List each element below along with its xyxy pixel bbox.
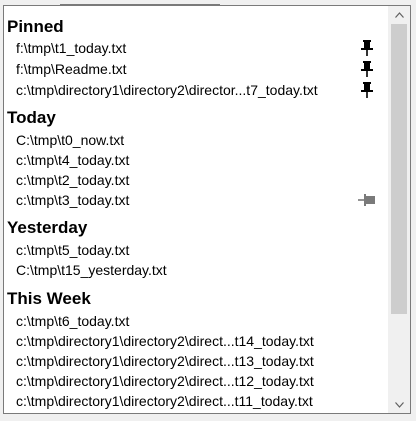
file-path: f:\tmp\t1_today.txt	[16, 40, 127, 56]
file-path: c:\tmp\t5_today.txt	[16, 242, 130, 258]
list-item[interactable]: c:\tmp\directory1\directory2\direct...t1…	[16, 351, 384, 371]
group-header-pinned: Pinned	[7, 17, 64, 36]
file-path: c:\tmp\t4_today.txt	[16, 152, 130, 168]
file-path: C:\tmp\t15_yesterday.txt	[16, 262, 167, 278]
pushpin-sideways-icon[interactable]	[358, 191, 376, 209]
file-path: c:\tmp\t2_today.txt	[16, 172, 130, 188]
file-path: c:\tmp\t6_today.txt	[16, 313, 130, 329]
chevron-up-icon	[394, 11, 404, 18]
pushpin-icon[interactable]	[358, 39, 376, 57]
file-path: c:\tmp\t3_today.txt	[16, 192, 130, 208]
list-item[interactable]: f:\tmp\Readme.txt	[16, 59, 384, 79]
list-item[interactable]: c:\tmp\t2_today.txt	[16, 170, 384, 190]
list-item[interactable]: C:\tmp\t0_now.txt	[16, 130, 384, 150]
list-item[interactable]: c:\tmp\t6_today.txt	[16, 311, 384, 331]
scroll-up-button[interactable]	[388, 6, 410, 23]
list-item[interactable]: C:\tmp\t15_yesterday.txt	[16, 260, 384, 280]
list-item[interactable]: f:\tmp\t1_today.txt	[16, 38, 384, 58]
file-path: c:\tmp\directory1\directory2\direct...t1…	[16, 393, 313, 409]
recent-files-list: Pinned f:\tmp\t1_today.txt f:\tmp\Readme…	[4, 6, 387, 413]
group-header-today: Today	[7, 108, 56, 127]
scroll-thumb[interactable]	[391, 24, 407, 314]
file-path: c:\tmp\directory1\directory2\director...…	[16, 82, 318, 98]
list-item[interactable]: c:\tmp\directory1\directory2\direct...t1…	[16, 331, 384, 351]
list-item[interactable]: c:\tmp\directory1\directory2\direct...t1…	[16, 391, 384, 411]
vertical-scrollbar[interactable]	[388, 6, 410, 413]
file-path: f:\tmp\Readme.txt	[16, 61, 127, 77]
recent-files-panel: Pinned f:\tmp\t1_today.txt f:\tmp\Readme…	[3, 5, 411, 414]
chevron-down-icon	[394, 401, 404, 408]
list-item[interactable]: c:\tmp\t4_today.txt	[16, 150, 384, 170]
pushpin-icon[interactable]	[358, 81, 376, 99]
file-path: c:\tmp\directory1\directory2\direct...t1…	[16, 333, 314, 349]
file-path: c:\tmp\directory1\directory2\direct...t1…	[16, 373, 314, 389]
list-item[interactable]: c:\tmp\directory1\directory2\direct...t1…	[16, 371, 384, 391]
list-item[interactable]: c:\tmp\t3_today.txt	[16, 190, 384, 210]
file-path: c:\tmp\directory1\directory2\direct...t1…	[16, 353, 314, 369]
scroll-down-button[interactable]	[388, 396, 410, 413]
file-path: C:\tmp\t0_now.txt	[16, 132, 125, 148]
group-header-this-week: This Week	[7, 289, 91, 308]
group-header-yesterday: Yesterday	[7, 218, 88, 237]
list-item[interactable]: c:\tmp\t5_today.txt	[16, 240, 384, 260]
list-item[interactable]: c:\tmp\directory1\directory2\director...…	[16, 80, 384, 100]
pushpin-icon[interactable]	[358, 60, 376, 78]
